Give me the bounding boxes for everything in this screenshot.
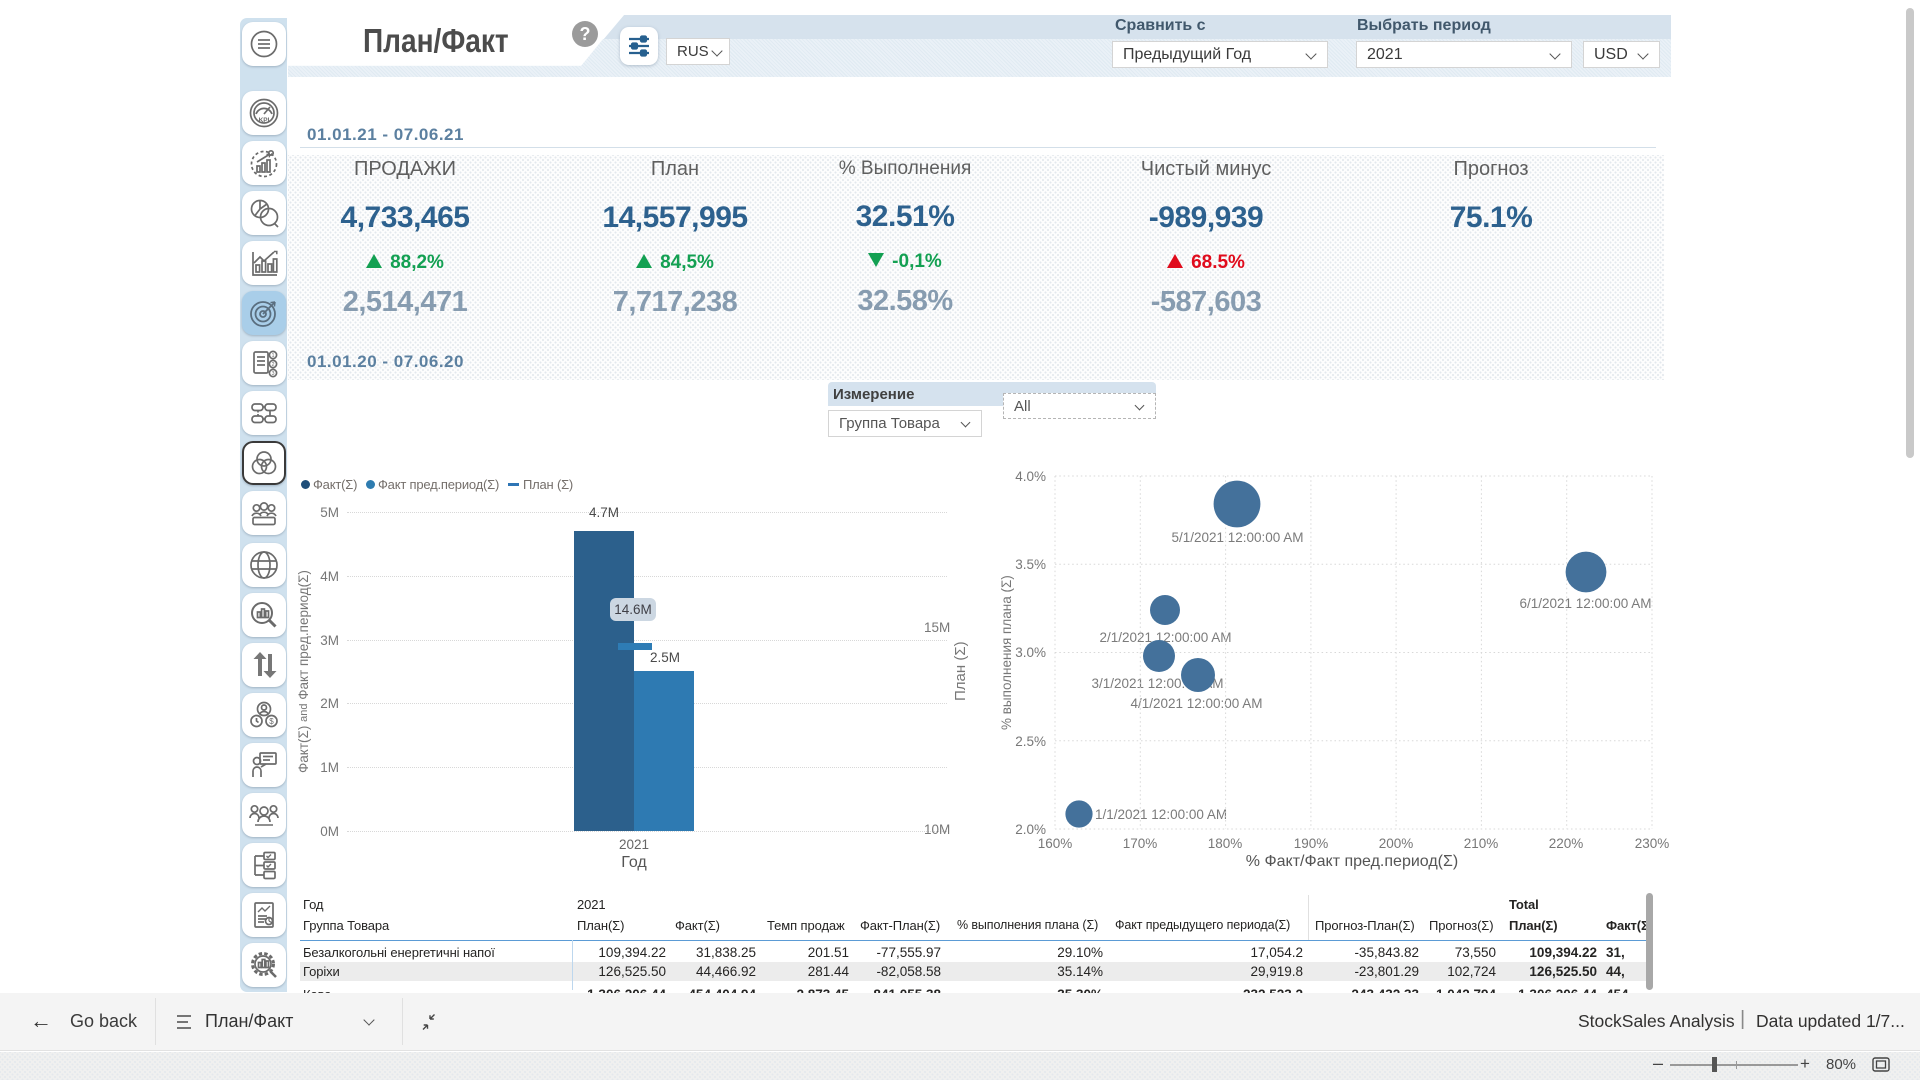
svg-text:$: $ bbox=[269, 717, 274, 726]
svg-text:1: 1 bbox=[271, 353, 274, 359]
svg-text:KPI: KPI bbox=[259, 117, 270, 124]
svg-text:2: 2 bbox=[271, 362, 274, 368]
svg-text:3: 3 bbox=[271, 371, 274, 377]
